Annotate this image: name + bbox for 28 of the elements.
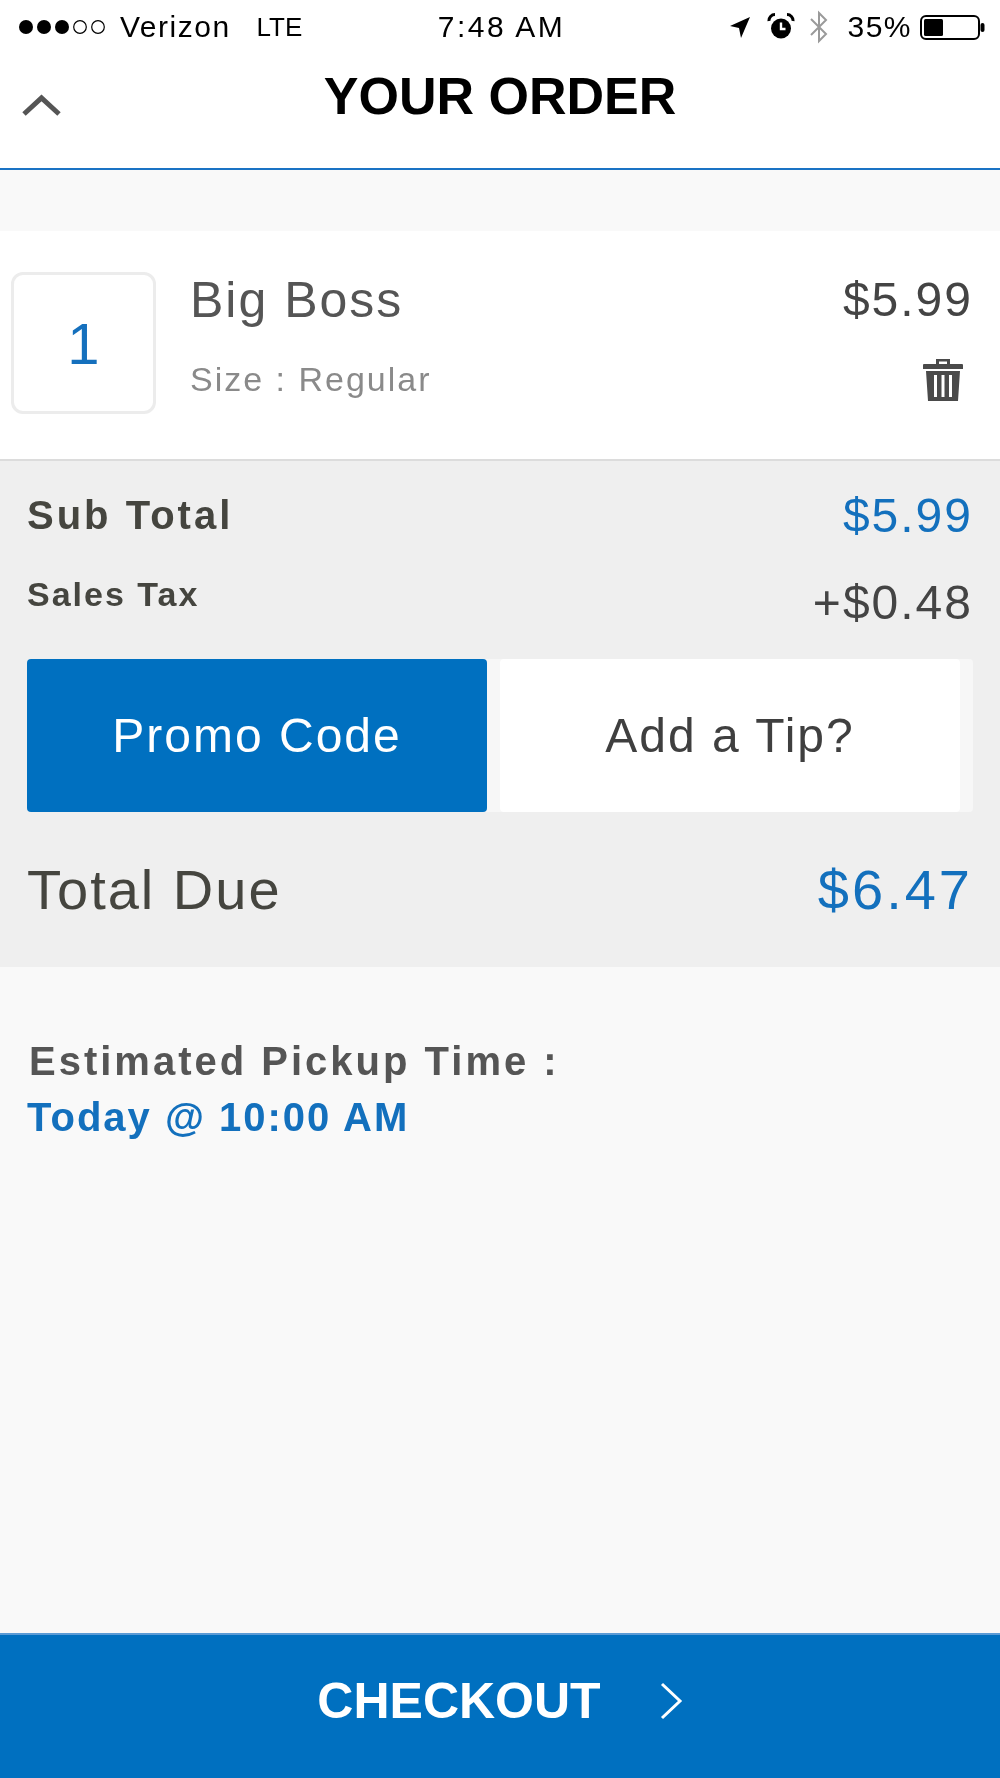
battery-icon xyxy=(920,14,985,40)
summary-amount: $5.99 xyxy=(842,487,973,543)
location-arrow-icon xyxy=(729,15,752,39)
chevron-up-icon[interactable] xyxy=(21,94,62,117)
bluetooth-icon xyxy=(809,10,830,44)
item-name: Big Boss xyxy=(190,271,405,330)
summary-label: Sales Tax xyxy=(27,574,200,614)
checkout-button[interactable]: CHECKOUT xyxy=(0,1633,1000,1778)
network-type: LTE xyxy=(256,11,303,44)
signal-icon xyxy=(18,19,108,35)
trash-icon[interactable] xyxy=(923,357,963,401)
item-price: $5.99 xyxy=(842,272,973,328)
total-amount: $6.47 xyxy=(817,857,973,922)
summary-label: Sub Total xyxy=(27,492,234,538)
total-label: Total Due xyxy=(27,857,282,922)
carrier-name: Verizon xyxy=(120,9,231,45)
item-option: Size : Regular xyxy=(190,357,432,401)
quantity-field[interactable]: 1 xyxy=(11,272,156,414)
pickup-label: Estimated Pickup Time : xyxy=(29,1038,561,1085)
chevron-right-icon xyxy=(658,1680,683,1721)
pickup-time: Today @ 10:00 AM xyxy=(27,1094,411,1141)
battery-percent: 35% xyxy=(847,9,912,45)
option-button[interactable]: Add a Tip? xyxy=(500,659,960,812)
page-title: YOUR ORDER xyxy=(322,68,678,124)
option-button[interactable]: Promo Code xyxy=(27,659,487,812)
status-time: 7:48 AM xyxy=(437,9,566,45)
summary-amount: +$0.48 xyxy=(812,574,973,630)
alarm-clock-icon xyxy=(767,13,796,41)
